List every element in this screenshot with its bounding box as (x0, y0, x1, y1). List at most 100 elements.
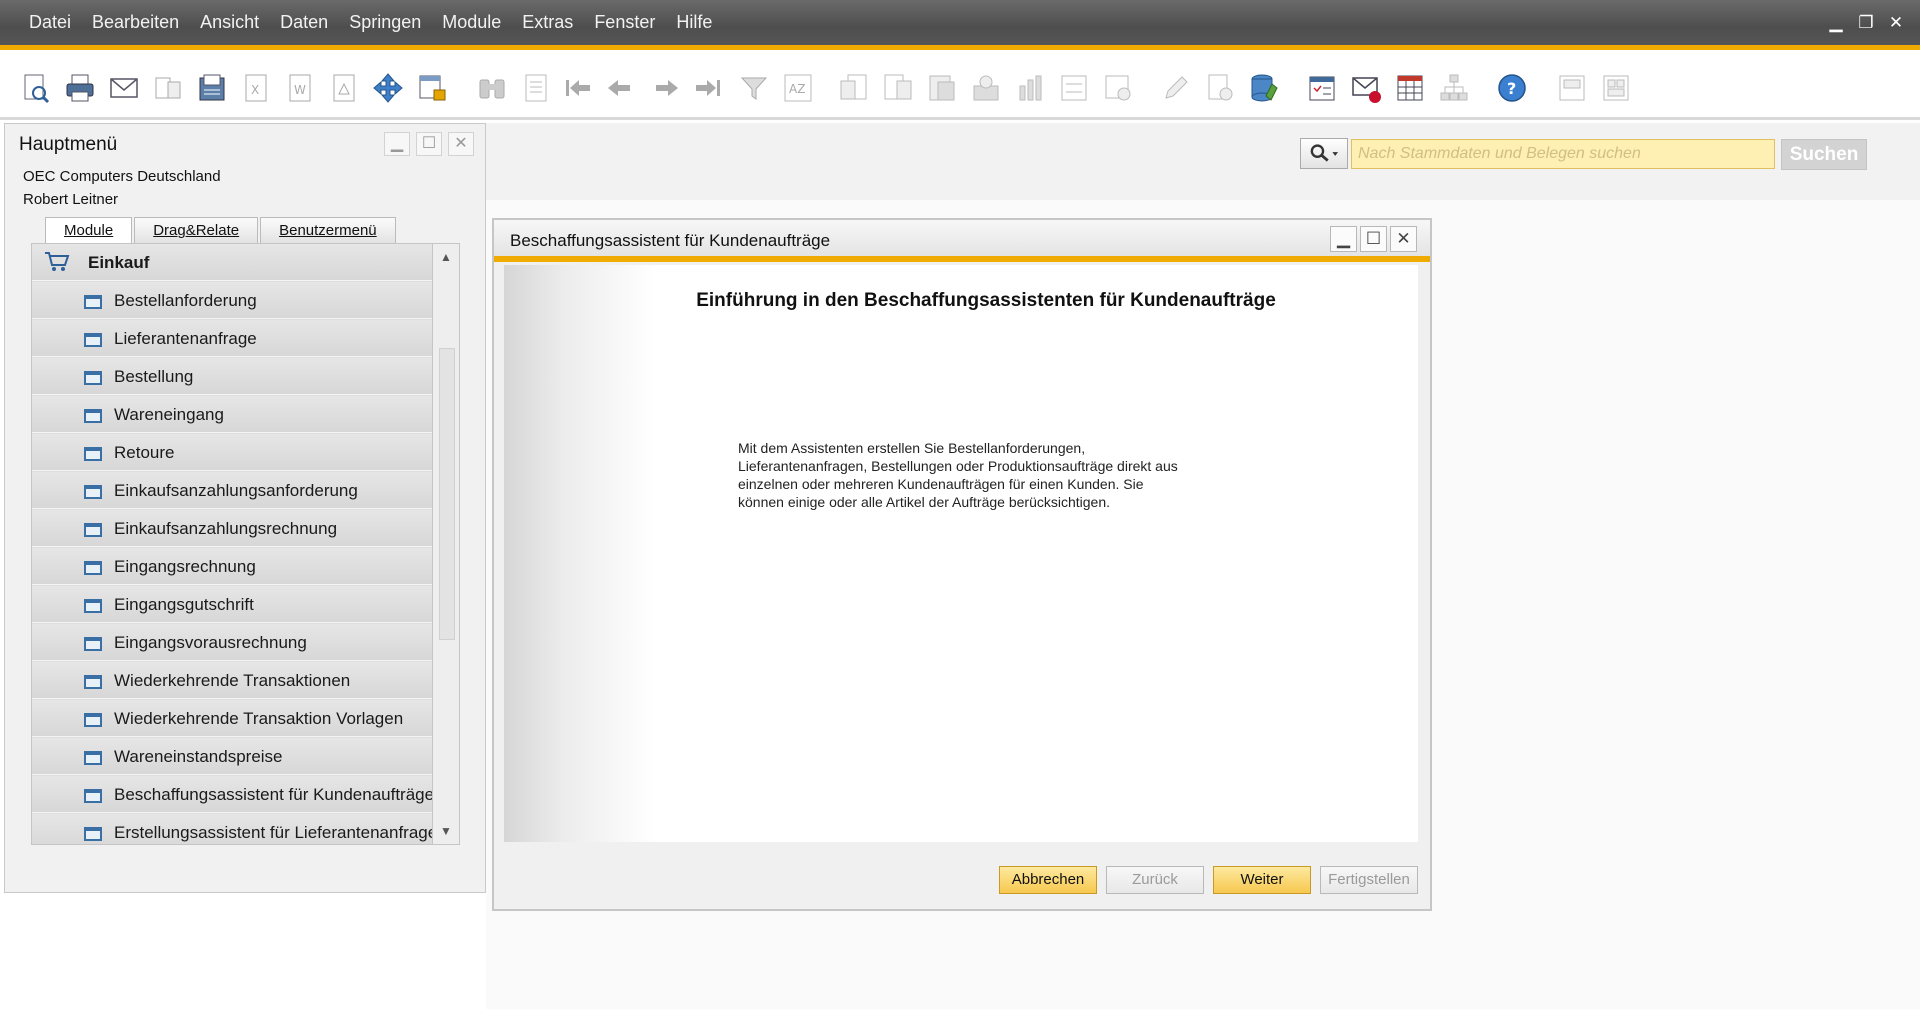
lock-icon[interactable] (416, 72, 448, 104)
form-icon[interactable] (520, 72, 552, 104)
next-record-icon[interactable] (650, 72, 682, 104)
database-icon[interactable] (1248, 72, 1280, 104)
sort-icon[interactable]: AZ (782, 72, 814, 104)
widget-icon[interactable] (1556, 72, 1588, 104)
app-restore-icon[interactable]: ❐ (1855, 13, 1877, 35)
back-button[interactable]: Zurück (1106, 866, 1204, 894)
document-settings-icon[interactable] (1102, 72, 1134, 104)
menu-extras[interactable]: Extras (522, 12, 573, 33)
dashboard-icon[interactable] (1600, 72, 1632, 104)
tab-drag-relate[interactable]: Drag&Relate (134, 217, 259, 243)
table-icon[interactable] (926, 72, 958, 104)
main-menu-tabs: Module Drag&Relate Benutzermenü (45, 217, 398, 243)
list-item[interactable]: Wiederkehrende Transaktion Vorlagen (32, 700, 432, 737)
list-item[interactable]: Retoure (32, 434, 432, 471)
email-icon[interactable] (108, 72, 140, 104)
shopping-cart-icon (45, 252, 70, 271)
menu-module[interactable]: Module (442, 12, 501, 33)
module-list-scrollbar[interactable]: ▲ ▼ (433, 243, 460, 845)
menu-bar: Datei Bearbeiten Ansicht Daten Springen … (0, 0, 1920, 45)
calendar-icon[interactable] (1306, 72, 1338, 104)
wizard-accent-line (494, 256, 1430, 262)
settings-icon[interactable] (1058, 72, 1090, 104)
menu-daten[interactable]: Daten (280, 12, 328, 33)
print-icon[interactable] (64, 72, 96, 104)
list-item[interactable]: Erstellungsassistent für Lieferantenanfr… (32, 814, 432, 844)
copy-from-icon[interactable] (838, 72, 870, 104)
list-item-label: Beschaffungsassistent für Kundenaufträge (114, 785, 433, 804)
list-item[interactable]: Bestellanforderung (32, 282, 432, 319)
svg-text:?: ? (1507, 79, 1516, 98)
menu-ansicht[interactable]: Ansicht (200, 12, 259, 33)
search-scope-dropdown[interactable] (1300, 138, 1348, 169)
filter-icon[interactable] (738, 72, 770, 104)
tab-module[interactable]: Module (45, 217, 133, 243)
list-item[interactable]: Eingangsgutschrift (32, 586, 432, 623)
binoculars-icon[interactable] (476, 72, 508, 104)
edit-icon[interactable] (1160, 72, 1192, 104)
approval-icon[interactable] (1204, 72, 1236, 104)
excel-icon[interactable]: X (240, 72, 272, 104)
window-icon (84, 447, 102, 461)
list-item[interactable]: Einkaufsanzahlungsrechnung (32, 510, 432, 547)
list-item[interactable]: Bestellung (32, 358, 432, 395)
last-record-icon[interactable] (692, 72, 724, 104)
list-item[interactable]: Wareneinstandspreise (32, 738, 432, 775)
panel-close-icon[interactable]: ✕ (448, 132, 474, 156)
module-section-einkauf[interactable]: Einkauf (32, 244, 432, 281)
finish-button[interactable]: Fertigstellen (1320, 866, 1418, 894)
user-name: Robert Leitner (23, 191, 119, 208)
spreadsheet-icon[interactable] (1394, 72, 1426, 104)
window-icon (84, 599, 102, 613)
menu-datei[interactable]: Datei (29, 12, 71, 33)
minimize-icon[interactable]: ▁ (1330, 226, 1357, 252)
hierarchy-icon[interactable] (1438, 72, 1470, 104)
panel-maximize-icon[interactable]: ☐ (416, 132, 442, 156)
panel-minimize-icon[interactable]: ▁ (384, 132, 410, 156)
list-item[interactable]: Einkaufsanzahlungsanforderung (32, 472, 432, 509)
maximize-icon[interactable]: ☐ (1360, 226, 1387, 252)
scroll-up-arrow-icon[interactable]: ▲ (433, 244, 459, 270)
scroll-thumb[interactable] (439, 348, 455, 640)
window-icon (84, 789, 102, 803)
wizard-dialog: Beschaffungsassistent für Kundenaufträge… (492, 218, 1432, 911)
list-item-label: Lieferantenanfrage (114, 329, 257, 348)
app-close-icon[interactable]: ✕ (1885, 13, 1907, 35)
word-icon[interactable]: W (284, 72, 316, 104)
export-icon[interactable] (152, 72, 184, 104)
cancel-button[interactable]: Abbrechen (999, 866, 1097, 894)
help-icon[interactable]: ? (1496, 72, 1528, 104)
message-icon[interactable] (1350, 72, 1382, 104)
fax-icon[interactable] (196, 72, 228, 104)
first-record-icon[interactable] (562, 72, 594, 104)
previous-record-icon[interactable] (604, 72, 636, 104)
preview-icon[interactable] (20, 72, 52, 104)
menu-springen[interactable]: Springen (349, 12, 421, 33)
list-item[interactable]: Beschaffungsassistent für Kundenaufträge (32, 776, 433, 813)
list-item[interactable]: Eingangsrechnung (32, 548, 432, 585)
menu-bearbeiten[interactable]: Bearbeiten (92, 12, 179, 33)
tab-benutzermenue[interactable]: Benutzermenü (260, 217, 396, 243)
pdf-icon[interactable] (328, 72, 360, 104)
window-icon (84, 637, 102, 651)
list-item[interactable]: Lieferantenanfrage (32, 320, 432, 357)
menu-fenster[interactable]: Fenster (594, 12, 655, 33)
menu-hilfe[interactable]: Hilfe (676, 12, 712, 33)
scroll-down-arrow-icon[interactable]: ▼ (433, 818, 459, 844)
list-item[interactable]: Wareneingang (32, 396, 432, 433)
next-button[interactable]: Weiter (1213, 866, 1311, 894)
cashflow-icon[interactable] (1014, 72, 1046, 104)
move-icon[interactable] (372, 72, 404, 104)
app-minimize-icon[interactable]: ▁ (1825, 13, 1847, 35)
wizard-titlebar[interactable]: Beschaffungsassistent für Kundenaufträge… (494, 220, 1430, 256)
wizard-heading: Einführung in den Beschaffungsassistente… (696, 290, 1276, 311)
close-icon[interactable]: ✕ (1390, 226, 1417, 252)
search-button[interactable]: Suchen (1781, 139, 1867, 170)
list-item-label: Wiederkehrende Transaktionen (114, 671, 351, 690)
gross-profit-icon[interactable] (970, 72, 1002, 104)
copy-to-icon[interactable] (882, 72, 914, 104)
list-item[interactable]: Eingangsvorausrechnung (32, 624, 432, 661)
module-section-label: Einkauf (88, 253, 150, 272)
search-input[interactable] (1351, 139, 1775, 169)
list-item[interactable]: Wiederkehrende Transaktionen (32, 662, 432, 699)
